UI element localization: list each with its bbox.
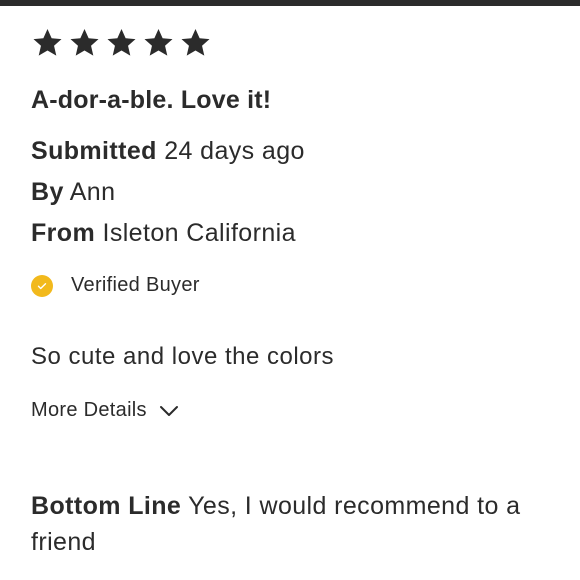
location-line: From Isleton California: [31, 219, 296, 248]
review-body: So cute and love the colors: [31, 343, 335, 370]
bottom-line-label: Bottom Line: [31, 492, 182, 520]
verified-buyer-badge: Verified Buyer: [31, 274, 200, 297]
star-icon: [179, 27, 212, 59]
check-circle-icon: [31, 274, 53, 297]
more-details-button[interactable]: More Details: [31, 399, 179, 422]
star-icon: [105, 27, 138, 59]
submitted-value: 24 days ago: [164, 137, 305, 165]
by-label: By: [31, 178, 64, 206]
star-icon: [142, 27, 175, 59]
chevron-down-icon: [159, 405, 178, 416]
more-details-label: More Details: [31, 399, 147, 421]
top-bar: [0, 0, 580, 6]
from-label: From: [31, 219, 96, 247]
bottom-line: Bottom Line Yes, I would recommend to a …: [31, 488, 546, 560]
submitted-label: Submitted: [31, 137, 157, 165]
review-headline: A-dor-a-ble. Love it!: [31, 86, 272, 114]
star-icon: [68, 27, 101, 59]
star-rating: [31, 27, 212, 59]
verified-buyer-label: Verified Buyer: [71, 274, 200, 296]
star-icon: [31, 27, 64, 59]
author-name: Ann: [69, 178, 116, 206]
location-value: Isleton California: [102, 219, 296, 247]
submitted-line: Submitted 24 days ago: [31, 137, 305, 166]
author-line: By Ann: [31, 178, 115, 207]
